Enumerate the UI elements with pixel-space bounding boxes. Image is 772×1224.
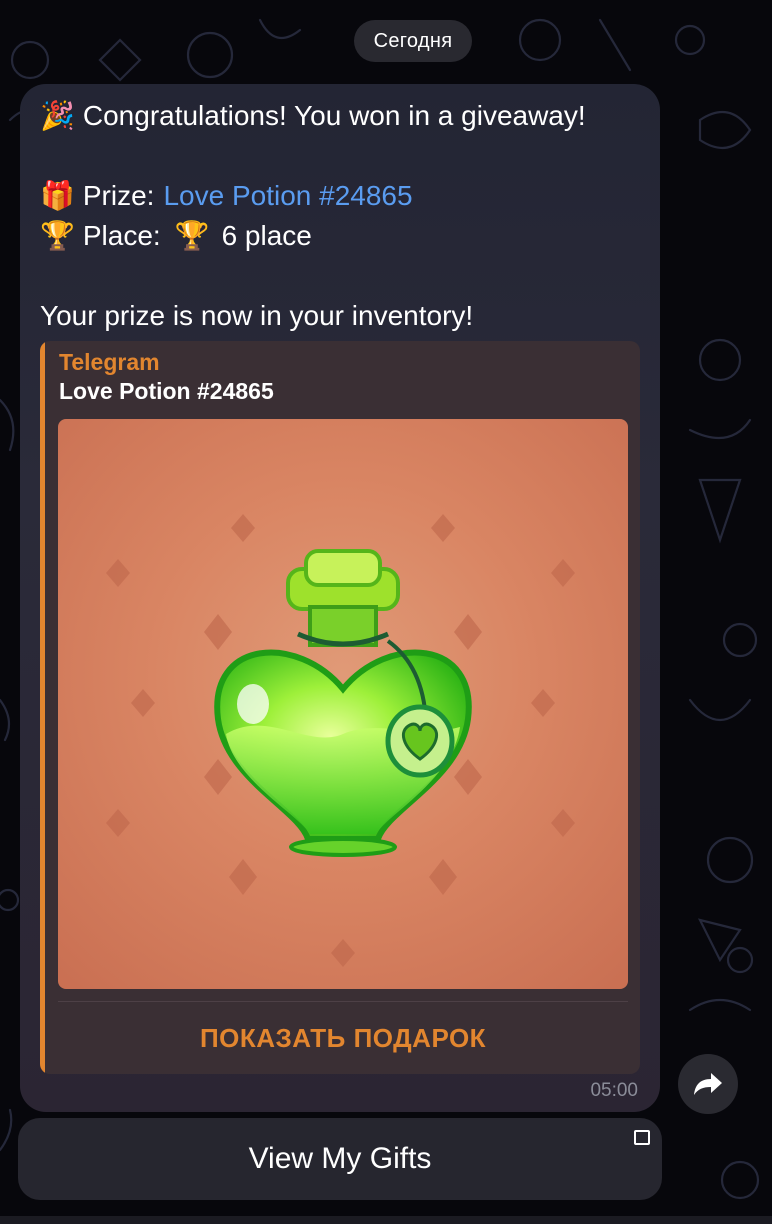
show-gift-button[interactable]: ПОКАЗАТЬ ПОДАРОК	[58, 1003, 628, 1074]
message-line-place: 🏆 Place: 🏆 6 place	[40, 216, 586, 256]
congrats-text: Congratulations! You won in a giveaway!	[82, 100, 586, 131]
preview-title: Love Potion #24865	[59, 378, 274, 404]
view-my-gifts-label: View My Gifts	[248, 1142, 432, 1175]
date-divider: Сегодня	[354, 20, 472, 62]
trophy-icon: 🏆	[174, 219, 210, 252]
link-preview[interactable]: Telegram Love Potion #24865 ПОКАЗАТЬ ПОД…	[40, 341, 640, 1074]
bottom-edge	[0, 1216, 772, 1224]
inventory-text: Your prize is now in your inventory!	[40, 300, 474, 331]
place-value: 6 place	[221, 220, 312, 251]
preview-accent-bar	[40, 341, 45, 1074]
message-line-prize: 🎁 Prize: Love Potion #24865	[40, 176, 586, 216]
gift-image[interactable]	[58, 419, 628, 989]
message-time: 05:00	[590, 1080, 638, 1101]
message-text: 🎉 Congratulations! You won in a giveaway…	[40, 96, 586, 336]
party-popper-icon: 🎉	[40, 99, 75, 132]
message-line-congrats: 🎉 Congratulations! You won in a giveaway…	[40, 96, 586, 136]
message-bubble[interactable]: 🎉 Congratulations! You won in a giveaway…	[20, 84, 660, 1112]
view-my-gifts-button[interactable]: View My Gifts	[18, 1118, 662, 1200]
share-arrow-icon	[694, 1073, 722, 1095]
share-button[interactable]	[678, 1054, 738, 1114]
web-app-icon	[634, 1130, 650, 1145]
trophy-icon: 🏆	[40, 219, 75, 252]
preview-site-name: Telegram	[59, 349, 160, 375]
prize-link[interactable]: Love Potion #24865	[163, 176, 412, 216]
prize-label: Prize:	[82, 180, 155, 211]
potion-bottle	[214, 549, 472, 857]
place-label: Place:	[82, 220, 161, 251]
preview-divider	[58, 1001, 628, 1002]
love-potion-illustration	[106, 514, 575, 967]
gift-icon: 🎁	[40, 179, 75, 212]
